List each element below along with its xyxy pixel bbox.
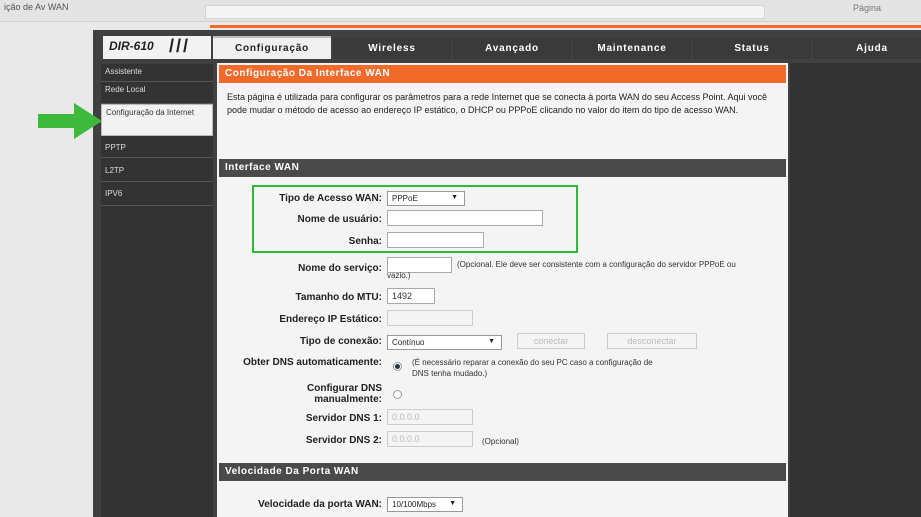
mtu-label: Tamanho do MTU:: [295, 292, 382, 303]
tab-configuracao[interactable]: Configuração: [213, 36, 331, 59]
main-tabs: Configuração Wireless Avançado Maintenan…: [213, 36, 921, 59]
sidebar-item-l2tp[interactable]: L2TP: [101, 158, 213, 182]
servico-label: Nome do serviço:: [298, 263, 382, 274]
arrow-right-icon: [38, 103, 102, 139]
intro-text: Esta página é utilizada para configurar …: [227, 92, 767, 115]
logo-slashes: ///: [169, 36, 191, 56]
velocidade-value: 10/100Mbps: [392, 500, 437, 509]
tipo-conexao-value: Contínuo: [392, 338, 425, 347]
tab-ajuda[interactable]: Ajuda: [813, 36, 921, 59]
sidebar-item-configuracao-internet[interactable]: Configuração da Internet: [101, 104, 213, 136]
chevron-down-icon: ▼: [449, 500, 456, 507]
router-header: DIR-610 /// Configuração Wireless Avança…: [93, 30, 921, 60]
highlight-box: [252, 185, 578, 253]
top-accent-line: [210, 25, 921, 28]
servico-note: (Opcional. Ele deve ser consistente com …: [387, 260, 736, 280]
browser-page-menu[interactable]: Página: [853, 3, 881, 13]
dns2-input[interactable]: 0.0.0.0: [387, 431, 473, 447]
mtu-input[interactable]: 1492: [387, 288, 435, 304]
address-bar[interactable]: [205, 5, 765, 19]
ip-estatico-label: Endereço IP Estático:: [279, 314, 382, 325]
desconectar-button[interactable]: desconectar: [607, 333, 697, 349]
tab-avancado[interactable]: Avançado: [453, 36, 571, 59]
obter-dns-label: Obter DNS automaticamente:: [243, 357, 382, 368]
dns2-note: (Opcional): [482, 437, 519, 446]
obter-dns-note: (É necessário reparar a conexão do seu P…: [412, 358, 653, 378]
config-dns-radio[interactable]: [393, 390, 402, 399]
velocidade-select[interactable]: 10/100Mbps ▼: [387, 497, 463, 512]
right-help-panel: [790, 63, 921, 517]
model-name: DIR-610: [109, 39, 154, 53]
tab-maintenance[interactable]: Maintenance: [573, 36, 691, 59]
tab-status[interactable]: Status: [693, 36, 811, 59]
logo: DIR-610 ///: [103, 36, 211, 59]
sidebar-item-ipv6[interactable]: IPV6: [101, 182, 213, 206]
velocidade-label: Velocidade da porta WAN:: [258, 499, 382, 510]
section-velocidade-porta: Velocidade Da Porta WAN: [219, 463, 786, 481]
browser-strip: ição de Av WAN Página: [0, 0, 921, 22]
sidebar-item-rede-local[interactable]: Rede Local: [101, 82, 213, 104]
dns2-label: Servidor DNS 2:: [305, 435, 382, 446]
browser-title: ição de Av WAN: [4, 2, 69, 12]
chevron-down-icon: ▼: [488, 338, 495, 345]
tipo-conexao-select[interactable]: Contínuo ▼: [387, 335, 502, 350]
section-interface-wan: Interface WAN: [219, 159, 786, 177]
sidebar-item-pptp[interactable]: PPTP: [101, 136, 213, 158]
dns1-input[interactable]: 0.0.0.0: [387, 409, 473, 425]
conectar-button[interactable]: conectar: [517, 333, 585, 349]
sidebar-item-assistente[interactable]: Assistente: [101, 64, 213, 82]
main-content: Configuração Da Interface WAN Esta págin…: [217, 63, 788, 517]
tipo-conexao-label: Tipo de conexão:: [299, 336, 382, 347]
sidebar: Assistente Rede Local Configuração da In…: [101, 64, 213, 517]
dns1-label: Servidor DNS 1:: [305, 413, 382, 424]
config-dns-label: Configurar DNS manualmente:: [307, 383, 382, 405]
ip-estatico-input[interactable]: [387, 310, 473, 326]
page-title: Configuração Da Interface WAN: [219, 65, 786, 83]
obter-dns-radio[interactable]: [393, 362, 402, 371]
tab-wireless[interactable]: Wireless: [333, 36, 451, 59]
